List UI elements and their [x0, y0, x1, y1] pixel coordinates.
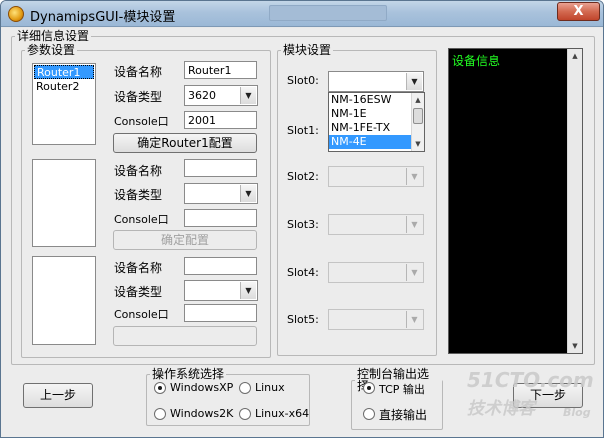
- console-radio-tcp[interactable]: [363, 382, 375, 394]
- os-radio-windowsxp[interactable]: [154, 382, 166, 394]
- os-label-linux-x64: Linux-x64: [255, 407, 310, 420]
- chevron-down-icon[interactable]: ▼: [406, 264, 422, 281]
- os-label-linux: Linux: [255, 381, 285, 394]
- slot5-select[interactable]: ▼: [328, 309, 424, 330]
- watermark-line2: 技术博客: [467, 399, 535, 419]
- device-type-label-2: 设备类型: [114, 188, 163, 202]
- slot4-select[interactable]: ▼: [328, 262, 424, 283]
- router-listbox-2[interactable]: [32, 159, 96, 247]
- scroll-up-icon[interactable]: ▲: [568, 49, 582, 63]
- slot0-option-highlighted[interactable]: NM-4E: [329, 135, 424, 149]
- slot2-select[interactable]: ▼: [328, 166, 424, 187]
- console-field-3[interactable]: [184, 304, 257, 322]
- router-listbox-3[interactable]: [32, 256, 96, 345]
- slot3-label: Slot3:: [287, 218, 319, 231]
- detail-settings-legend: 详细信息设置: [17, 29, 90, 43]
- slot0-select[interactable]: ▼: [328, 71, 424, 92]
- os-radio-linux-x64[interactable]: [239, 408, 251, 420]
- device-name-label-3: 设备名称: [114, 261, 163, 275]
- device-type-value-1: 3620: [188, 89, 216, 102]
- slot0-label: Slot0:: [287, 74, 319, 87]
- module-settings-legend: 模块设置: [283, 43, 332, 57]
- scroll-down-icon[interactable]: ▼: [568, 339, 582, 353]
- console-field-1[interactable]: 2001: [184, 111, 257, 129]
- device-name-field-3[interactable]: [184, 257, 257, 275]
- dropdown-scrollbar[interactable]: ▲ ▼: [411, 93, 424, 151]
- device-type-select-2[interactable]: ▼: [184, 183, 258, 204]
- chevron-down-icon[interactable]: ▼: [406, 168, 422, 185]
- slot1-label: Slot1:: [287, 124, 319, 137]
- device-info-panel[interactable]: 设备信息 ▲ ▼: [448, 48, 583, 354]
- device-name-field-2[interactable]: [184, 159, 257, 177]
- router-list-item-1[interactable]: Router1: [34, 65, 94, 79]
- console-field-2[interactable]: [184, 209, 257, 227]
- scroll-thumb[interactable]: [413, 108, 423, 124]
- chevron-down-icon[interactable]: ▼: [240, 185, 256, 202]
- title-bar-ghost: [269, 5, 387, 21]
- chevron-down-icon[interactable]: ▼: [406, 311, 422, 328]
- device-name-label-1: 设备名称: [114, 65, 163, 79]
- param-settings-legend: 参数设置: [27, 43, 76, 57]
- os-radio-windows2k[interactable]: [154, 408, 166, 420]
- info-scrollbar[interactable]: ▲ ▼: [567, 49, 582, 353]
- client-area: 详细信息设置 参数设置 Router1 Router2 设备名称 Router1…: [1, 28, 603, 437]
- device-type-label-1: 设备类型: [114, 90, 163, 104]
- window-title: DynamipsGUI-模块设置: [30, 10, 176, 25]
- slot0-option[interactable]: NM-1E: [329, 107, 424, 121]
- device-name-field-1[interactable]: Router1: [184, 61, 257, 79]
- os-label-windows2k: Windows2K: [170, 407, 234, 420]
- console-label-tcp: TCP 输出: [379, 383, 425, 396]
- chevron-down-icon[interactable]: ▼: [406, 73, 422, 90]
- chevron-down-icon[interactable]: ▼: [240, 282, 256, 299]
- device-type-select-3[interactable]: ▼: [184, 280, 258, 301]
- router-listbox[interactable]: Router1 Router2: [32, 63, 96, 145]
- watermark-line3: Blog: [563, 406, 591, 419]
- console-label-1: Console口: [114, 115, 169, 128]
- slot0-option[interactable]: NM-1FE-TX: [329, 121, 424, 135]
- slot3-select[interactable]: ▼: [328, 214, 424, 235]
- os-radio-linux[interactable]: [239, 382, 251, 394]
- router-list-item-2[interactable]: Router2: [34, 80, 94, 94]
- close-button[interactable]: X: [557, 2, 600, 21]
- slot2-label: Slot2:: [287, 170, 319, 183]
- title-bar[interactable]: DynamipsGUI-模块设置 X: [1, 1, 603, 27]
- slot5-label: Slot5:: [287, 313, 319, 326]
- chevron-down-icon[interactable]: ▼: [240, 87, 256, 104]
- app-icon: [8, 6, 24, 22]
- main-window: DynamipsGUI-模块设置 X 详细信息设置 参数设置 Router1 R…: [0, 0, 604, 438]
- device-type-label-3: 设备类型: [114, 285, 163, 299]
- confirm-router1-button[interactable]: 确定Router1配置: [113, 133, 257, 153]
- os-label-windowsxp: WindowsXP: [170, 381, 234, 394]
- device-type-select-1[interactable]: 3620 ▼: [184, 85, 258, 106]
- scroll-down-icon[interactable]: ▼: [412, 137, 424, 151]
- prev-step-button[interactable]: 上一步: [23, 383, 93, 408]
- console-label-2: Console口: [114, 213, 169, 226]
- watermark-line1: 51CTO.com: [467, 368, 594, 392]
- confirm-config-button-3[interactable]: [113, 326, 257, 346]
- console-label-3: Console口: [114, 308, 169, 321]
- os-select-legend: 操作系统选择: [152, 367, 225, 381]
- console-radio-direct[interactable]: [363, 408, 375, 420]
- device-name-label-2: 设备名称: [114, 164, 163, 178]
- chevron-down-icon[interactable]: ▼: [406, 216, 422, 233]
- slot0-option[interactable]: NM-16ESW: [329, 93, 424, 107]
- confirm-config-button[interactable]: 确定配置: [113, 230, 257, 250]
- device-info-title: 设备信息: [452, 54, 501, 68]
- scroll-up-icon[interactable]: ▲: [412, 93, 424, 107]
- console-label-direct: 直接输出: [379, 408, 428, 422]
- slot0-dropdown-list[interactable]: NM-16ESW NM-1E NM-1FE-TX NM-4E ▲ ▼: [328, 92, 425, 152]
- slot4-label: Slot4:: [287, 266, 319, 279]
